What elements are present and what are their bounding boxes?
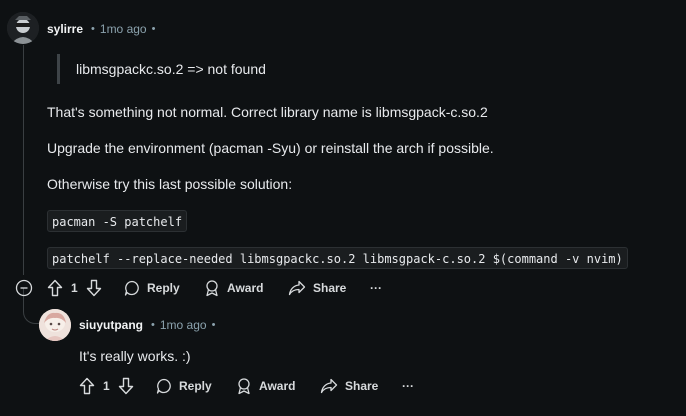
timestamp[interactable]: 1mo ago: [100, 22, 147, 36]
quote-text: libmsgpackc.so.2 => not found: [76, 61, 266, 77]
reply-label: Reply: [147, 281, 180, 295]
share-label: Share: [313, 281, 347, 295]
award-button[interactable]: Award: [236, 374, 295, 398]
more-options-button[interactable]: ···: [370, 276, 382, 300]
share-icon: [320, 378, 338, 394]
username[interactable]: sylirre: [47, 22, 83, 36]
vote-count: 1: [103, 379, 110, 393]
share-button[interactable]: Share: [288, 276, 346, 300]
comment-paragraph: Otherwise try this last possible solutio…: [47, 176, 293, 192]
more-options-button[interactable]: ···: [402, 374, 414, 398]
code-block: patchelf --replace-needed libmsgpackc.so…: [47, 247, 628, 269]
meta-separator: •: [211, 319, 216, 331]
share-button[interactable]: Share: [320, 374, 378, 398]
reply-button[interactable]: Reply: [124, 276, 180, 300]
collapse-icon: [15, 279, 33, 297]
upvote-button[interactable]: [77, 374, 97, 398]
vote-count: 1: [71, 281, 78, 295]
meta-separator: •: [151, 23, 156, 35]
username[interactable]: siuyutpang: [79, 318, 143, 332]
share-icon: [288, 280, 306, 296]
meta-separator: •: [91, 23, 95, 35]
reply-icon: [124, 280, 139, 296]
comment-meta: sylirre • 1mo ago •: [47, 21, 155, 37]
award-button[interactable]: Award: [204, 276, 263, 300]
share-label: Share: [345, 379, 379, 393]
collapse-button[interactable]: [14, 276, 34, 300]
downvote-icon: [86, 279, 102, 297]
upvote-button[interactable]: [45, 276, 65, 300]
comment-paragraph: It's really works. :): [79, 348, 191, 364]
comment-paragraph: Upgrade the environment (pacman -Syu) or…: [47, 140, 494, 156]
more-icon: ···: [402, 379, 414, 393]
meta-separator: •: [151, 319, 155, 331]
reply-button[interactable]: Reply: [156, 374, 212, 398]
blockquote: libmsgpackc.so.2 => not found: [57, 54, 266, 84]
award-icon: [206, 280, 218, 297]
comment-paragraph: That's something not normal. Correct lib…: [47, 104, 488, 120]
downvote-button[interactable]: [116, 374, 136, 398]
upvote-icon: [79, 377, 95, 395]
comment-meta: siuyutpang • 1mo ago •: [79, 317, 215, 333]
award-label: Award: [259, 379, 296, 393]
avatar[interactable]: [7, 12, 39, 44]
timestamp[interactable]: 1mo ago: [160, 318, 207, 332]
downvote-icon: [118, 377, 134, 395]
award-label: Award: [227, 281, 264, 295]
avatar[interactable]: [39, 309, 71, 341]
downvote-button[interactable]: [84, 276, 104, 300]
upvote-icon: [47, 279, 63, 297]
more-icon: ···: [370, 281, 382, 295]
reply-icon: [156, 378, 171, 394]
code-inline: pacman -S patchelf: [47, 210, 188, 232]
award-icon: [238, 378, 250, 395]
thread-line: [23, 45, 24, 275]
reply-label: Reply: [179, 379, 212, 393]
